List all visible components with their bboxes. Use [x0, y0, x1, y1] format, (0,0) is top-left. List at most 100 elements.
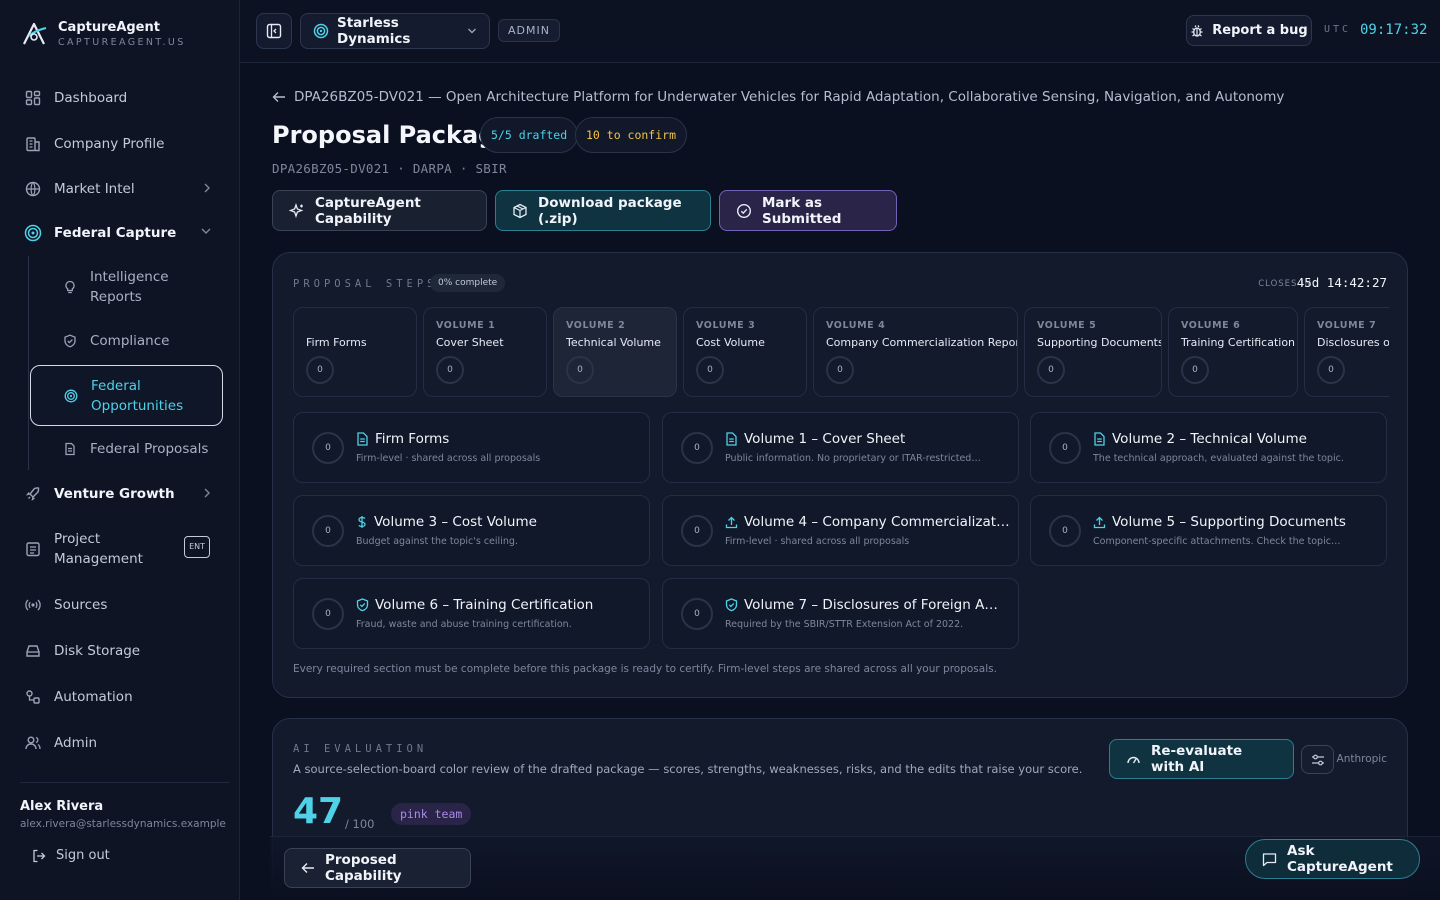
topbar: Starless Dynamics ADMIN Report a bug UTC…	[240, 0, 1440, 63]
section-progress-ring: 0	[312, 598, 344, 630]
step-progress-ring: 0	[826, 356, 854, 384]
step-tab-selected[interactable]: VOLUME 2 Technical Volume 0	[553, 307, 677, 397]
step-volume: VOLUME 3	[696, 320, 756, 331]
step-volume: VOLUME 2	[566, 320, 626, 331]
step-label: Disclosures of	[1317, 336, 1389, 349]
step-volume: VOLUME 1	[436, 320, 496, 331]
brand[interactable]: CaptureAgent CAPTUREAGENT.US	[20, 20, 186, 48]
sign-out-icon	[32, 849, 46, 863]
step-label: Training Certification	[1181, 336, 1296, 349]
page-title: Proposal Package	[272, 121, 512, 149]
step-label: Cost Volume	[696, 336, 765, 349]
breadcrumb-text: DPA26BZ05-DV021 — Open Architecture Plat…	[294, 89, 1285, 105]
sidebar-subitem-compliance[interactable]: Compliance	[30, 331, 222, 351]
document-icon	[62, 441, 78, 457]
step-tab[interactable]: VOLUME 1 Cover Sheet 0	[423, 307, 547, 397]
sidebar-item-market-intel[interactable]: Market Intel	[12, 169, 228, 209]
section-progress-ring: 0	[312, 432, 344, 464]
section-card-firm-forms[interactable]: 0 Firm Forms Firm-level · shared across …	[293, 412, 650, 483]
utc-clock: 09:17:32	[1360, 22, 1428, 38]
capability-button[interactable]: CaptureAgent Capability	[272, 190, 487, 231]
sidebar-item-dashboard[interactable]: Dashboard	[12, 78, 228, 118]
step-tab[interactable]: VOLUME 3 Cost Volume 0	[683, 307, 807, 397]
report-bug-label: Report a bug	[1212, 23, 1308, 38]
back-to-capability-button[interactable]: Proposed Capability	[284, 848, 471, 888]
mark-submitted-button[interactable]: Mark as Submitted	[719, 190, 897, 231]
step-label: Supporting Documents	[1037, 336, 1162, 349]
section-card-volume-5[interactable]: 0 Volume 5 – Supporting Documents Compon…	[1030, 495, 1387, 566]
report-bug-button[interactable]: Report a bug	[1186, 15, 1312, 46]
sidebar-item-automation[interactable]: Automation	[12, 677, 228, 717]
step-progress-ring: 0	[566, 356, 594, 384]
section-progress-ring: 0	[1049, 515, 1081, 547]
step-progress-ring: 0	[696, 356, 724, 384]
section-card-volume-1[interactable]: 0 Volume 1 – Cover Sheet Public informat…	[662, 412, 1019, 483]
ask-captureagent-button[interactable]: Ask CaptureAgent	[1245, 839, 1420, 879]
sidebar-toggle-button[interactable]	[256, 13, 292, 49]
sidebar-subitem-intelligence-reports[interactable]: Intelligence Reports	[30, 267, 222, 307]
completion-badge: 0% complete	[430, 274, 506, 292]
drafted-badge: 5/5 drafted	[480, 117, 579, 153]
target-icon	[24, 224, 42, 242]
ai-settings-button[interactable]	[1301, 745, 1334, 774]
step-label: Cover Sheet	[436, 336, 504, 349]
step-tab[interactable]: Firm Forms 0	[293, 307, 417, 397]
section-card-volume-2[interactable]: 0 Volume 2 – Technical Volume The techni…	[1030, 412, 1387, 483]
broadcast-icon	[24, 596, 42, 614]
download-package-button[interactable]: Download package (.zip)	[495, 190, 711, 231]
step-tab[interactable]: VOLUME 4 Company Commercialization Repor…	[813, 307, 1018, 397]
sidebar-item-company-profile[interactable]: Company Profile	[12, 124, 228, 164]
ai-provider-label: Anthropic	[1336, 753, 1387, 765]
document-icon	[356, 432, 369, 446]
storage-icon	[24, 642, 42, 660]
arrow-left-icon	[272, 91, 286, 103]
organization-select[interactable]: Starless Dynamics	[300, 13, 490, 49]
sidebar-item-admin[interactable]: Admin	[12, 723, 228, 763]
subnav-guide	[28, 256, 29, 470]
sidebar-item-federal-capture[interactable]: Federal Capture	[12, 213, 228, 253]
sidebar-item-venture-growth[interactable]: Venture Growth	[12, 474, 228, 514]
capture-agent-logo-icon	[23, 22, 47, 45]
sign-out-button[interactable]: Sign out	[32, 848, 110, 863]
clipboard-icon	[24, 540, 42, 558]
sidebar-item-project-management[interactable]: Project Management ENT	[12, 524, 228, 574]
sidebar-item-label: Market Intel	[54, 181, 135, 197]
sidebar-subitem-federal-opportunities[interactable]: Federal Opportunities	[30, 365, 223, 426]
step-tab[interactable]: VOLUME 6 Training Certification 0	[1168, 307, 1298, 397]
section-card-volume-3[interactable]: 0 Volume 3 – Cost Volume Budget against …	[293, 495, 650, 566]
sidebar-subitem-federal-proposals[interactable]: Federal Proposals	[30, 439, 222, 459]
shield-check-icon	[725, 598, 738, 612]
section-card-volume-4[interactable]: 0 Volume 4 – Company Commercializati… Fi…	[662, 495, 1019, 566]
sidebar-item-disk-storage[interactable]: Disk Storage	[12, 631, 228, 671]
section-card-volume-7[interactable]: 0 Volume 7 – Disclosures of Foreign Affi…	[662, 578, 1019, 649]
step-tab[interactable]: VOLUME 7 Disclosures of 0	[1304, 307, 1389, 397]
back-label: Proposed Capability	[325, 852, 402, 884]
chat-icon	[1262, 852, 1277, 867]
ask-label: Ask CaptureAgent	[1287, 843, 1393, 875]
main-content: DPA26BZ05-DV021 — Open Architecture Plat…	[272, 63, 1408, 900]
step-tab[interactable]: VOLUME 5 Supporting Documents 0	[1024, 307, 1162, 397]
section-progress-ring: 0	[312, 515, 344, 547]
section-description: Public information. No proprietary or IT…	[725, 453, 981, 464]
package-icon	[512, 203, 528, 219]
step-volume: VOLUME 6	[1181, 320, 1241, 331]
step-progress-ring: 0	[1317, 356, 1345, 384]
sidebar-item-label: Federal Capture	[54, 225, 177, 241]
sidebar-item-sources[interactable]: Sources	[12, 585, 228, 625]
section-description: The technical approach, evaluated agains…	[1093, 453, 1344, 464]
section-card-volume-6[interactable]: 0 Volume 6 – Training Certification Frau…	[293, 578, 650, 649]
document-icon	[725, 432, 738, 446]
section-progress-ring: 0	[1049, 432, 1081, 464]
sidebar-item-label: Admin	[54, 735, 98, 751]
section-description: Firm-level · shared across all proposals	[725, 536, 910, 547]
chevron-down-icon	[467, 27, 477, 35]
upload-icon	[725, 516, 738, 529]
section-title: Volume 3 – Cost Volume	[374, 514, 537, 530]
breadcrumb[interactable]: DPA26BZ05-DV021 — Open Architecture Plat…	[272, 89, 1284, 105]
sidebar-subitem-label: Federal Opportunities	[91, 377, 184, 414]
section-title: Volume 1 – Cover Sheet	[744, 431, 906, 447]
document-icon	[1093, 432, 1106, 446]
re-evaluate-button[interactable]: Re-evaluate with AI	[1109, 739, 1294, 779]
section-label: AI EVALUATION	[293, 743, 428, 755]
section-title: Volume 5 – Supporting Documents	[1112, 514, 1346, 530]
